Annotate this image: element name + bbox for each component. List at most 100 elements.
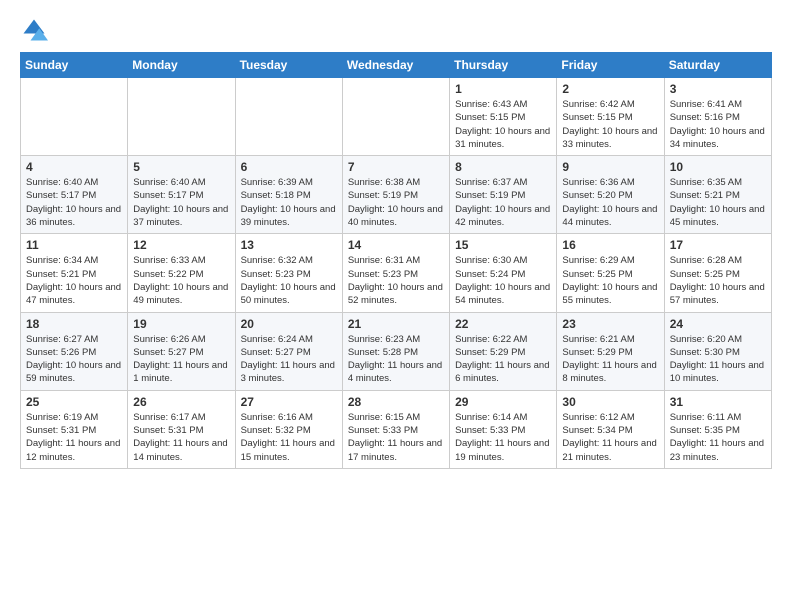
day-info: Sunrise: 6:32 AM Sunset: 5:23 PM Dayligh… [241, 254, 337, 307]
calendar-cell: 23Sunrise: 6:21 AM Sunset: 5:29 PM Dayli… [557, 312, 664, 390]
day-number: 17 [670, 238, 766, 252]
calendar-week-row: 1 Sunrise: 6:43 AM Sunset: 5:15 PM Daylig… [21, 78, 772, 156]
column-header-thursday: Thursday [450, 53, 557, 78]
day-number: 13 [241, 238, 337, 252]
calendar-cell: 17 Sunrise: 6:28 AM Sunset: 5:25 PM Dayli… [664, 234, 771, 312]
calendar-cell: 2Sunrise: 6:42 AM Sunset: 5:15 PM Daylig… [557, 78, 664, 156]
calendar-cell: 24 Sunrise: 6:20 AM Sunset: 5:30 PM Dayli… [664, 312, 771, 390]
day-number: 21 [348, 317, 444, 331]
calendar-cell: 31 Sunrise: 6:11 AM Sunset: 5:35 PM Dayli… [664, 390, 771, 468]
day-info: Sunrise: 6:31 AM Sunset: 5:23 PM Dayligh… [348, 254, 444, 307]
calendar-cell: 8 Sunrise: 6:37 AM Sunset: 5:19 PM Daylig… [450, 156, 557, 234]
day-info: Sunrise: 6:12 AM Sunset: 5:34 PM Dayligh… [562, 411, 658, 464]
calendar-header-row: SundayMondayTuesdayWednesdayThursdayFrid… [21, 53, 772, 78]
day-number: 16 [562, 238, 658, 252]
calendar-cell: 13 Sunrise: 6:32 AM Sunset: 5:23 PM Dayli… [235, 234, 342, 312]
column-header-sunday: Sunday [21, 53, 128, 78]
day-info: Sunrise: 6:14 AM Sunset: 5:33 PM Dayligh… [455, 411, 551, 464]
header [20, 16, 772, 44]
calendar-week-row: 4 Sunrise: 6:40 AM Sunset: 5:17 PM Daylig… [21, 156, 772, 234]
column-header-tuesday: Tuesday [235, 53, 342, 78]
calendar-cell: 11Sunrise: 6:34 AM Sunset: 5:21 PM Dayli… [21, 234, 128, 312]
day-info: Sunrise: 6:37 AM Sunset: 5:19 PM Dayligh… [455, 176, 551, 229]
day-info: Sunrise: 6:17 AM Sunset: 5:31 PM Dayligh… [133, 411, 229, 464]
day-number: 6 [241, 160, 337, 174]
day-info: Sunrise: 6:26 AM Sunset: 5:27 PM Dayligh… [133, 333, 229, 386]
day-number: 30 [562, 395, 658, 409]
day-number: 9 [562, 160, 658, 174]
calendar-cell: 26 Sunrise: 6:17 AM Sunset: 5:31 PM Dayli… [128, 390, 235, 468]
calendar-cell: 25Sunrise: 6:19 AM Sunset: 5:31 PM Dayli… [21, 390, 128, 468]
day-info: Sunrise: 6:42 AM Sunset: 5:15 PM Dayligh… [562, 98, 658, 151]
day-info: Sunrise: 6:11 AM Sunset: 5:35 PM Dayligh… [670, 411, 766, 464]
day-number: 28 [348, 395, 444, 409]
day-number: 22 [455, 317, 551, 331]
day-number: 20 [241, 317, 337, 331]
calendar-cell [235, 78, 342, 156]
calendar-cell: 6 Sunrise: 6:39 AM Sunset: 5:18 PM Daylig… [235, 156, 342, 234]
day-number: 10 [670, 160, 766, 174]
calendar-week-row: 25Sunrise: 6:19 AM Sunset: 5:31 PM Dayli… [21, 390, 772, 468]
day-info: Sunrise: 6:39 AM Sunset: 5:18 PM Dayligh… [241, 176, 337, 229]
day-info: Sunrise: 6:21 AM Sunset: 5:29 PM Dayligh… [562, 333, 658, 386]
day-info: Sunrise: 6:15 AM Sunset: 5:33 PM Dayligh… [348, 411, 444, 464]
day-info: Sunrise: 6:29 AM Sunset: 5:25 PM Dayligh… [562, 254, 658, 307]
day-number: 4 [26, 160, 122, 174]
calendar-cell [342, 78, 449, 156]
day-number: 19 [133, 317, 229, 331]
calendar-cell: 3 Sunrise: 6:41 AM Sunset: 5:16 PM Daylig… [664, 78, 771, 156]
calendar-cell: 28 Sunrise: 6:15 AM Sunset: 5:33 PM Dayli… [342, 390, 449, 468]
calendar-cell: 1 Sunrise: 6:43 AM Sunset: 5:15 PM Daylig… [450, 78, 557, 156]
day-info: Sunrise: 6:36 AM Sunset: 5:20 PM Dayligh… [562, 176, 658, 229]
calendar-cell: 19 Sunrise: 6:26 AM Sunset: 5:27 PM Dayli… [128, 312, 235, 390]
day-number: 5 [133, 160, 229, 174]
day-number: 3 [670, 82, 766, 96]
day-info: Sunrise: 6:22 AM Sunset: 5:29 PM Dayligh… [455, 333, 551, 386]
day-number: 26 [133, 395, 229, 409]
day-info: Sunrise: 6:40 AM Sunset: 5:17 PM Dayligh… [133, 176, 229, 229]
calendar-week-row: 11Sunrise: 6:34 AM Sunset: 5:21 PM Dayli… [21, 234, 772, 312]
logo-icon [20, 16, 48, 44]
calendar-cell: 22 Sunrise: 6:22 AM Sunset: 5:29 PM Dayli… [450, 312, 557, 390]
calendar-cell: 30 Sunrise: 6:12 AM Sunset: 5:34 PM Dayli… [557, 390, 664, 468]
calendar-cell: 20 Sunrise: 6:24 AM Sunset: 5:27 PM Dayli… [235, 312, 342, 390]
day-number: 29 [455, 395, 551, 409]
logo [20, 16, 52, 44]
day-info: Sunrise: 6:33 AM Sunset: 5:22 PM Dayligh… [133, 254, 229, 307]
column-header-monday: Monday [128, 53, 235, 78]
calendar-cell: 10 Sunrise: 6:35 AM Sunset: 5:21 PM Dayli… [664, 156, 771, 234]
calendar-cell: 7 Sunrise: 6:38 AM Sunset: 5:19 PM Daylig… [342, 156, 449, 234]
calendar-cell: 9 Sunrise: 6:36 AM Sunset: 5:20 PM Daylig… [557, 156, 664, 234]
column-header-wednesday: Wednesday [342, 53, 449, 78]
day-number: 8 [455, 160, 551, 174]
calendar-table: SundayMondayTuesdayWednesdayThursdayFrid… [20, 52, 772, 469]
calendar-cell [21, 78, 128, 156]
calendar-cell: 27Sunrise: 6:16 AM Sunset: 5:32 PM Dayli… [235, 390, 342, 468]
day-number: 14 [348, 238, 444, 252]
day-info: Sunrise: 6:24 AM Sunset: 5:27 PM Dayligh… [241, 333, 337, 386]
day-info: Sunrise: 6:43 AM Sunset: 5:15 PM Dayligh… [455, 98, 551, 151]
day-number: 27 [241, 395, 337, 409]
column-header-saturday: Saturday [664, 53, 771, 78]
day-info: Sunrise: 6:38 AM Sunset: 5:19 PM Dayligh… [348, 176, 444, 229]
day-info: Sunrise: 6:28 AM Sunset: 5:25 PM Dayligh… [670, 254, 766, 307]
calendar-cell: 18Sunrise: 6:27 AM Sunset: 5:26 PM Dayli… [21, 312, 128, 390]
day-number: 1 [455, 82, 551, 96]
day-info: Sunrise: 6:34 AM Sunset: 5:21 PM Dayligh… [26, 254, 122, 307]
day-number: 24 [670, 317, 766, 331]
calendar-cell: 14 Sunrise: 6:31 AM Sunset: 5:23 PM Dayli… [342, 234, 449, 312]
day-info: Sunrise: 6:35 AM Sunset: 5:21 PM Dayligh… [670, 176, 766, 229]
day-info: Sunrise: 6:41 AM Sunset: 5:16 PM Dayligh… [670, 98, 766, 151]
day-info: Sunrise: 6:20 AM Sunset: 5:30 PM Dayligh… [670, 333, 766, 386]
calendar-cell: 16 Sunrise: 6:29 AM Sunset: 5:25 PM Dayli… [557, 234, 664, 312]
day-number: 15 [455, 238, 551, 252]
calendar-cell: 29 Sunrise: 6:14 AM Sunset: 5:33 PM Dayli… [450, 390, 557, 468]
day-info: Sunrise: 6:23 AM Sunset: 5:28 PM Dayligh… [348, 333, 444, 386]
calendar-cell: 5 Sunrise: 6:40 AM Sunset: 5:17 PM Daylig… [128, 156, 235, 234]
calendar-cell: 15Sunrise: 6:30 AM Sunset: 5:24 PM Dayli… [450, 234, 557, 312]
day-number: 31 [670, 395, 766, 409]
day-number: 7 [348, 160, 444, 174]
day-number: 18 [26, 317, 122, 331]
day-number: 12 [133, 238, 229, 252]
calendar-cell: 4Sunrise: 6:40 AM Sunset: 5:17 PM Daylig… [21, 156, 128, 234]
